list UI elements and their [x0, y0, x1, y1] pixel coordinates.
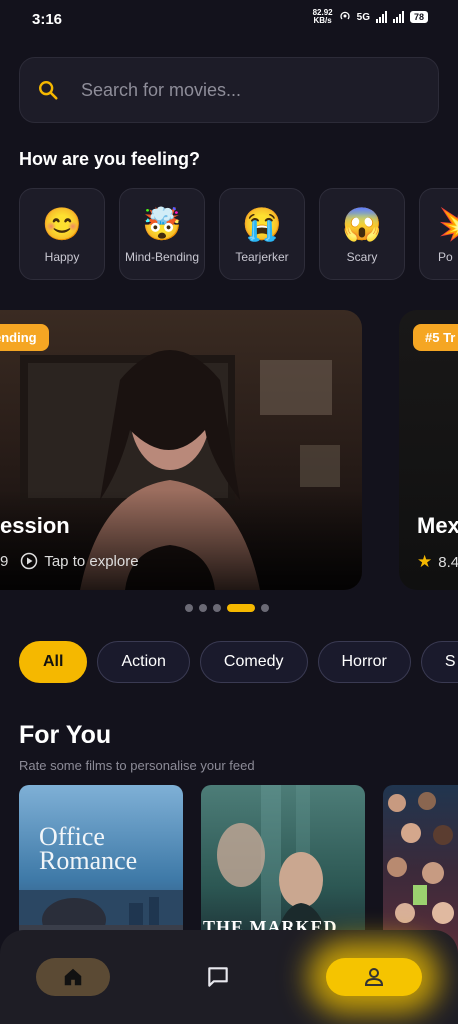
battery-icon: 78 [409, 11, 428, 23]
genre-chip-all[interactable]: All [19, 641, 88, 683]
pagination-dot-active[interactable] [227, 604, 255, 612]
pagination-dot[interactable] [213, 604, 221, 612]
play-circle-icon [21, 552, 38, 570]
happy-emoji-icon: 😊 [42, 206, 82, 242]
trending-card-next[interactable]: #5 Tr Mex ★ 8.4 [399, 310, 458, 590]
status-time: 3:16 [32, 11, 63, 28]
network-type: 5G [356, 11, 370, 23]
mood-label: Scary [346, 250, 378, 264]
pagination-dot[interactable] [185, 604, 193, 612]
network-speed: 82.92 KB/s [312, 8, 333, 25]
bottom-navigation [0, 930, 458, 1024]
trending-badge: ending [0, 324, 49, 351]
search-bar[interactable] [19, 57, 439, 123]
for-you-title: For You [19, 721, 112, 749]
profile-icon [365, 968, 384, 986]
mood-label: Happy [44, 250, 80, 264]
poster-title: Office Romance [39, 822, 138, 875]
movie-meta: 9 Tap to explore [0, 552, 139, 570]
nav-home-button[interactable] [35, 958, 110, 996]
crying-emoji-icon: 😭 [242, 206, 282, 242]
search-input[interactable] [79, 78, 413, 102]
status-bar: 3:16 82.92 KB/s 5G 78 [0, 0, 458, 38]
tap-to-explore-label[interactable]: Tap to explore [44, 553, 138, 570]
star-icon: ★ [417, 552, 433, 571]
status-icons: 82.92 KB/s 5G 78 [313, 9, 428, 25]
hotspot-icon [339, 10, 351, 25]
carousel-pagination [185, 604, 269, 612]
search-icon [39, 81, 58, 100]
rating-value: 8.4 [438, 553, 458, 571]
pagination-dot[interactable] [199, 604, 207, 612]
mood-section-title: How are you feeling? [19, 149, 201, 169]
mood-label: Po [438, 250, 453, 264]
trending-carousel[interactable]: ending ession 9 Tap to explore #5 Tr Mex… [0, 310, 458, 590]
exploding-head-emoji-icon: 🤯 [142, 206, 182, 242]
mood-card-partial[interactable]: 💥 Po [419, 188, 458, 280]
movie-title: ession [0, 513, 70, 538]
genre-chip-partial[interactable]: S [420, 641, 458, 683]
genre-filter-list: All Action Comedy Horror S [19, 641, 458, 683]
mood-label: Tearjerker [235, 250, 289, 264]
genre-chip-action[interactable]: Action [97, 641, 190, 683]
pagination-dot[interactable] [261, 604, 269, 612]
chat-icon [208, 967, 228, 987]
nav-messages-button[interactable] [181, 958, 255, 996]
mood-card-mind-bending[interactable]: 🤯 Mind-Bending [119, 188, 205, 280]
home-icon [64, 968, 81, 986]
genre-chip-horror[interactable]: Horror [317, 641, 411, 683]
nav-profile-button[interactable] [326, 958, 423, 996]
movie-still-image [0, 350, 362, 590]
signal-icon [375, 11, 387, 23]
mood-label: Mind-Bending [124, 250, 200, 264]
movie-rating: ★ 8.4 [417, 552, 458, 572]
trending-card[interactable]: ending ession 9 Tap to explore [0, 310, 362, 590]
meta-prefix: 9 [0, 552, 9, 570]
for-you-subtitle: Rate some films to personalise your feed [19, 758, 255, 773]
mood-card-happy[interactable]: 😊 Happy [19, 188, 105, 280]
trending-badge: #5 Tr [413, 324, 458, 351]
screaming-emoji-icon: 😱 [342, 206, 382, 242]
movie-title: Mex [417, 513, 458, 538]
collision-emoji-icon: 💥 [438, 204, 458, 244]
mood-list: 😊 Happy 🤯 Mind-Bending 😭 Tearjerker 😱 Sc… [19, 188, 458, 280]
mood-card-scary[interactable]: 😱 Scary [319, 188, 405, 280]
genre-chip-comedy[interactable]: Comedy [199, 641, 308, 683]
signal-icon-2 [392, 11, 404, 23]
mood-card-tearjerker[interactable]: 😭 Tearjerker [219, 188, 305, 280]
